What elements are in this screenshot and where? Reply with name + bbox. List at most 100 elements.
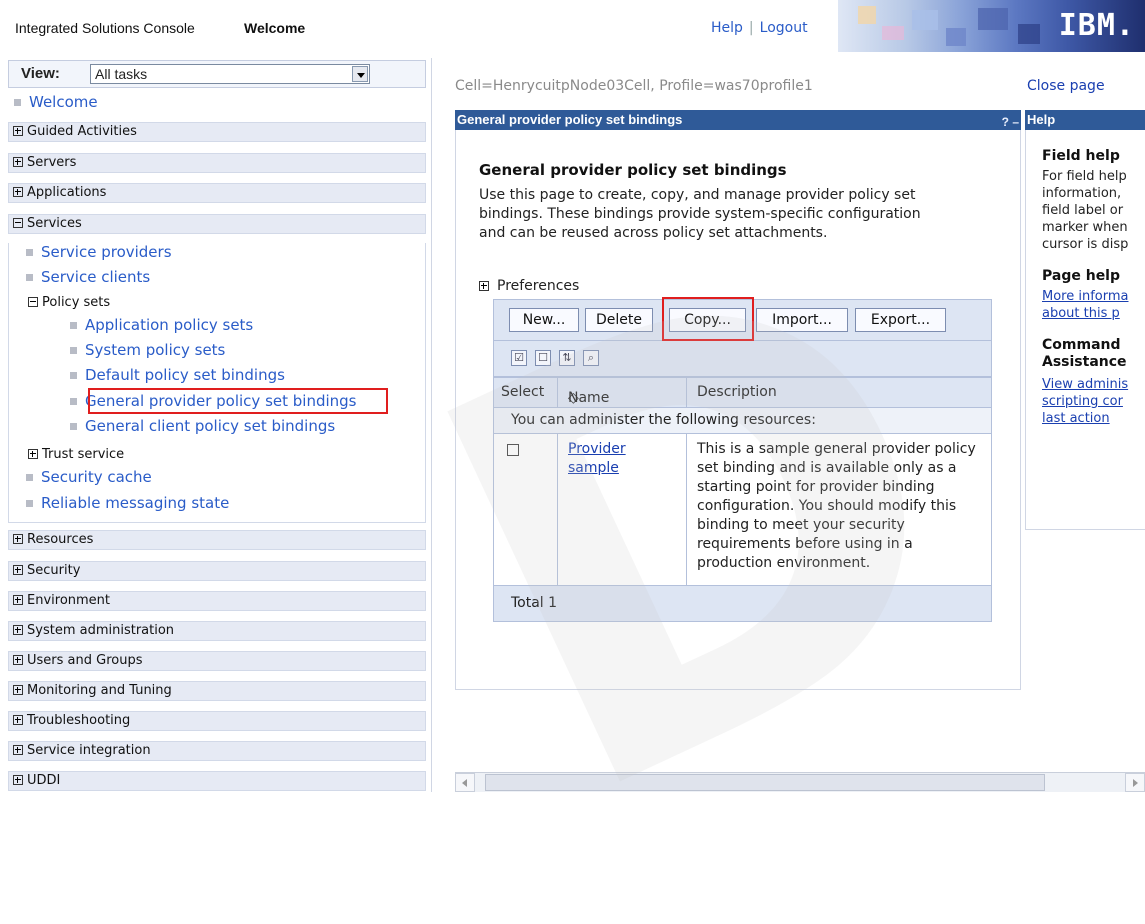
description-column-header: Description [697,384,777,400]
scroll-right-icon[interactable] [1125,773,1145,792]
nav-welcome-link[interactable]: Welcome [14,93,98,111]
nav-category-services[interactable]: Services [8,214,426,234]
deselect-all-icon[interactable]: ☐ [535,350,551,366]
field-help-line: marker when [1042,220,1128,235]
horizontal-scrollbar[interactable] [455,772,1145,792]
bullet-icon [70,347,77,354]
new-button[interactable]: New... [509,308,579,332]
expand-icon[interactable] [479,281,489,291]
nav-security-cache[interactable]: Security cache [26,468,152,486]
cell-profile-line: Cell=HenrycuitpNode03Cell, Profile=was70… [455,78,813,94]
dropdown-arrow-icon[interactable] [352,66,368,82]
help-title-bar: Help [1025,110,1145,130]
portlet-title-bar: General provider policy set bindings ? – [455,110,1021,130]
nav-category-service-integration[interactable]: Service integration [8,741,426,761]
collapse-icon[interactable] [28,297,38,307]
expand-icon[interactable] [13,534,23,544]
select-column-header: Select [501,384,545,400]
expand-icon[interactable] [13,655,23,665]
nav-policy-sets[interactable]: Policy sets [28,295,110,310]
column-divider [557,434,558,586]
logout-link[interactable]: Logout [760,20,808,36]
nav-category-monitoring-and-tuning[interactable]: Monitoring and Tuning [8,681,426,701]
row-description: This is a sample general provider policy… [697,441,976,571]
console-title: Integrated Solutions Console [15,20,195,36]
help-link[interactable]: Help [711,20,743,36]
nav-reliable-messaging-state[interactable]: Reliable messaging state [26,494,229,512]
nav-category-system-administration[interactable]: System administration [8,621,426,641]
more-information-link[interactable]: about this p [1042,305,1120,322]
view-scripting-link[interactable]: View adminis [1042,376,1128,393]
content-area: Cell=HenrycuitpNode03Cell, Profile=was70… [433,58,1145,792]
delete-button[interactable]: Delete [585,308,653,332]
nav-default-policy-set-bindings[interactable]: Default policy set bindings [70,366,285,384]
expand-icon[interactable] [13,625,23,635]
nav-category-uddi[interactable]: UDDI [8,771,426,791]
expand-icon[interactable] [13,715,23,725]
column-divider [557,377,558,408]
ibm-logo: IBM. [1058,8,1135,43]
nav-application-policy-sets[interactable]: Application policy sets [70,316,253,334]
scroll-left-icon[interactable] [455,773,475,792]
scrollbar-thumb[interactable] [485,774,1045,791]
portlet-title: General provider policy set bindings [457,112,683,127]
nav-category-environment[interactable]: Environment [8,591,426,611]
preferences-toggle[interactable]: Preferences [479,278,579,294]
command-assistance-heading: Command [1042,337,1121,353]
nav-category-troubleshooting[interactable]: Troubleshooting [8,711,426,731]
nav-service-providers[interactable]: Service providers [26,243,172,261]
expand-icon[interactable] [13,126,23,136]
bullet-icon [70,372,77,379]
nav-category-applications[interactable]: Applications [8,183,426,203]
bullet-icon [26,474,33,481]
import-button[interactable]: Import... [756,308,848,332]
page-help-heading: Page help [1042,268,1121,284]
selected-item-highlight [88,388,388,414]
bullet-icon [70,322,77,329]
expand-icon[interactable] [13,595,23,605]
close-page-link[interactable]: Close page [1027,78,1105,94]
nav-trust-service[interactable]: Trust service [28,447,124,462]
view-select[interactable]: All tasks [90,64,370,84]
view-bar: View: All tasks [8,60,426,88]
expand-icon[interactable] [13,775,23,785]
expand-icon[interactable] [13,157,23,167]
export-button[interactable]: Export... [855,308,946,332]
resources-message: You can administer the following resourc… [493,408,992,434]
clear-filter-icon[interactable]: ⌕ [583,350,599,366]
nav-system-policy-sets[interactable]: System policy sets [70,341,225,359]
view-scripting-link[interactable]: last action [1042,410,1110,427]
bullet-icon [70,398,77,405]
bullet-icon [14,99,21,106]
view-label: View: [21,65,60,82]
view-scripting-link[interactable]: scripting cor [1042,393,1123,410]
nav-category-servers[interactable]: Servers [8,153,426,173]
portlet-controls[interactable]: ? – [1002,112,1019,132]
page-description: Use this page to create, copy, and manag… [479,187,921,241]
row-checkbox[interactable] [507,444,519,456]
expand-icon[interactable] [13,187,23,197]
expand-icon[interactable] [13,685,23,695]
nav-service-clients[interactable]: Service clients [26,268,150,286]
show-filter-icon[interactable]: ⇅ [559,350,575,366]
nav-category-users-and-groups[interactable]: Users and Groups [8,651,426,671]
nav-category-resources[interactable]: Resources [8,530,426,550]
expand-icon[interactable] [28,449,38,459]
command-assistance-heading: Assistance [1042,354,1127,370]
collapse-icon[interactable] [13,218,23,228]
more-information-link[interactable]: More informa [1042,288,1129,305]
navigation-panel: View: All tasks Welcome Guided Activitie… [0,58,432,792]
button-bar: New... Delete Copy... Import... Export..… [493,297,992,341]
column-divider [686,377,687,408]
nav-category-guided-activities[interactable]: Guided Activities [8,122,426,142]
bullet-icon [70,423,77,430]
nav-category-security[interactable]: Security [8,561,426,581]
expand-icon[interactable] [13,565,23,575]
sort-icon[interactable]: ◇ [568,390,579,406]
nav-general-client-policy-set-bindings[interactable]: General client policy set bindings [70,417,335,435]
expand-icon[interactable] [13,745,23,755]
select-all-icon[interactable]: ☑ [511,350,527,366]
field-help-heading: Field help [1042,148,1120,164]
field-help-line: For field help [1042,169,1127,184]
provider-sample-link[interactable]: Provider sample [568,440,678,478]
